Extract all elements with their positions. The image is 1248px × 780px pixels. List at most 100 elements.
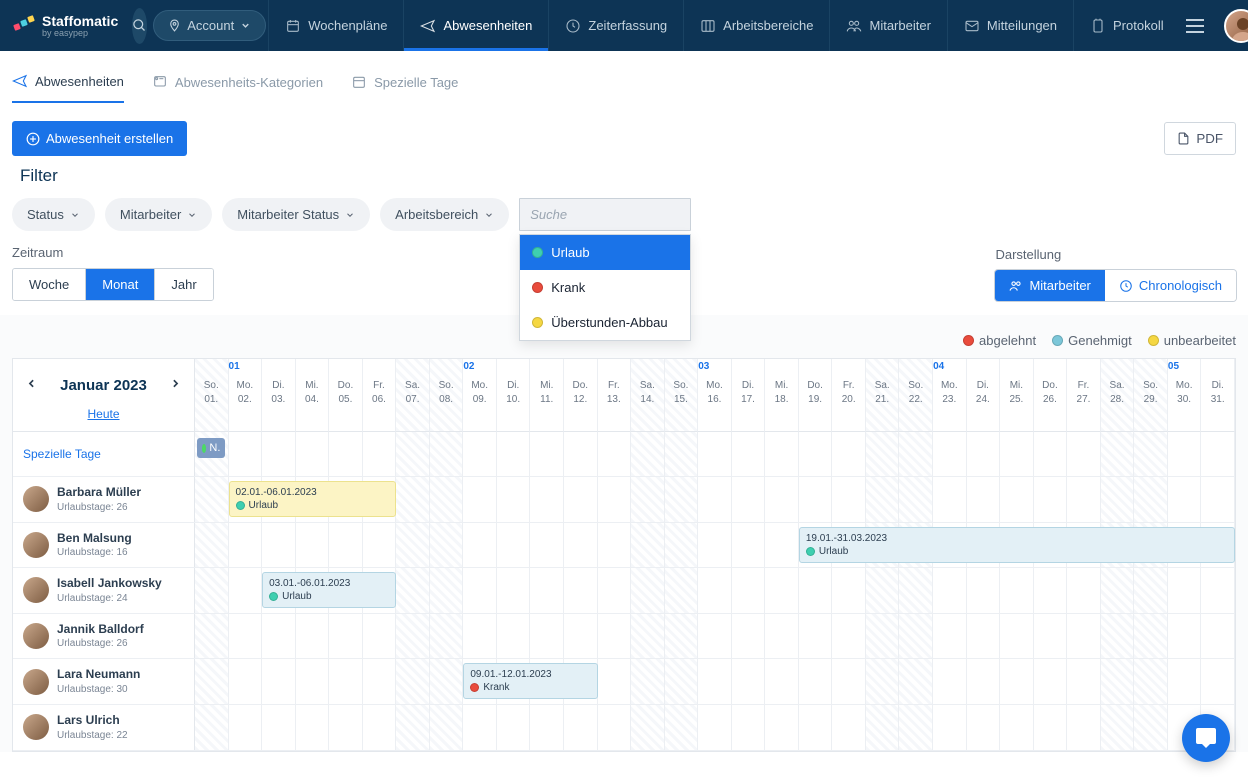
chevron-down-icon [187,210,197,220]
subtab-0[interactable]: Abwesenheiten [12,73,124,103]
menu-button[interactable] [1180,13,1210,39]
grid-cell [1201,659,1235,704]
grid-cell [1201,432,1235,476]
filter-search-input[interactable] [530,207,708,222]
day-header: So.08. [430,359,464,432]
employee-label[interactable]: Barbara MüllerUrlaubstage: 26 [13,477,195,522]
period-seg-woche[interactable]: Woche [13,269,86,300]
employee-label[interactable]: Isabell JankowskyUrlaubstage: 24 [13,568,195,613]
grid-cell [665,568,699,613]
grid-cell [665,477,699,522]
dropdown-item-überstunden-abbau[interactable]: Überstunden-Abbau [520,305,690,340]
day-header: Fr.20. [832,359,866,432]
week-marker: 05 [1168,361,1179,372]
pdf-export-button[interactable]: PDF [1164,122,1236,155]
grid-cell [463,705,497,750]
employee-label[interactable]: Ben MalsungUrlaubstage: 16 [13,523,195,568]
display-seg-chronologisch[interactable]: Chronologisch [1105,270,1236,301]
prev-month-button[interactable] [21,373,42,397]
dropdown-item-urlaub[interactable]: Urlaub [520,235,690,270]
period-seg-monat[interactable]: Monat [86,269,155,300]
grid-cell [530,614,564,659]
display-seg-mitarbeiter[interactable]: Mitarbeiter [995,270,1104,301]
next-month-button[interactable] [165,373,186,397]
nav-item-mitteilungen[interactable]: Mitteilungen [947,0,1073,51]
pdf-label: PDF [1196,131,1223,146]
employee-avatar [23,714,49,740]
filter-pill-status[interactable]: Status [12,198,95,231]
employee-grid: 03.01.-06.01.2023Urlaub [195,568,1235,613]
grid-cell [229,432,263,476]
grid-cell [933,568,967,613]
nav-item-abwesenheiten[interactable]: Abwesenheiten [403,0,548,51]
grid-cell [1168,568,1202,613]
grid-cell [396,614,430,659]
grid-cell [665,523,699,568]
grid-cell [698,477,732,522]
employee-name: Jannik Balldorf [57,622,144,638]
grid-cell [1067,432,1101,476]
special-day-badge[interactable]: N. [197,438,225,458]
color-dot [532,247,543,258]
color-dot [532,282,543,293]
day-header: Do.26. [1034,359,1068,432]
day-header: Fr.13. [598,359,632,432]
day-header: Do.19. [799,359,833,432]
grid-cell [1134,614,1168,659]
filter-pill-mitarbeiter[interactable]: Mitarbeiter [105,198,212,231]
filter-pill-arbeitsbereich[interactable]: Arbeitsbereich [380,198,509,231]
employee-sub: Urlaubstage: 22 [57,729,128,742]
logo[interactable]: Staffomatic by easypep [12,14,128,38]
absence-pill[interactable]: 09.01.-12.01.2023Krank [463,663,597,699]
employee-avatar [23,532,49,558]
grid-cell [1034,568,1068,613]
absence-pill[interactable]: 03.01.-06.01.2023Urlaub [262,572,396,608]
employee-label[interactable]: Lars UlrichUrlaubstage: 22 [13,705,195,750]
employee-name: Lars Ulrich [57,713,128,729]
grid-cell [396,477,430,522]
nav-item-arbeitsbereiche[interactable]: Arbeitsbereiche [683,0,829,51]
filter-search-box[interactable] [519,198,691,231]
employee-label[interactable]: Jannik BalldorfUrlaubstage: 26 [13,614,195,659]
employee-row: Lara NeumannUrlaubstage: 30 09.01.-12.01.… [13,659,1235,705]
grid-cell [1101,477,1135,522]
grid-cell [1034,614,1068,659]
grid-cell [933,659,967,704]
grid-cell [262,659,296,704]
nav-item-zeiterfassung[interactable]: Zeiterfassung [548,0,683,51]
subtab-1[interactable]: Abwesenheits-Kategorien [152,73,323,103]
absence-pill[interactable]: 19.01.-31.03.2023Urlaub [799,527,1235,563]
grid-cell [765,705,799,750]
week-marker: 04 [933,361,944,372]
grid-cell [631,659,665,704]
day-header: Mi.25. [1000,359,1034,432]
global-search-button[interactable] [132,8,147,44]
period-seg-jahr[interactable]: Jahr [155,269,212,300]
filter-pill-mitarbeiter-status[interactable]: Mitarbeiter Status [222,198,370,231]
grid-cell [430,614,464,659]
absence-pill[interactable]: 02.01.-06.01.2023Urlaub [229,481,397,517]
dropdown-item-krank[interactable]: Krank [520,270,690,305]
chat-fab[interactable] [1182,714,1230,762]
absence-dot [806,547,815,556]
employee-label[interactable]: Lara NeumannUrlaubstage: 30 [13,659,195,704]
today-link[interactable]: Heute [87,407,119,421]
grid-cell [1101,568,1135,613]
grid-cell [799,705,833,750]
grid-cell [598,705,632,750]
chevron-down-icon [70,210,80,220]
grid-cell [933,705,967,750]
account-dropdown[interactable]: Account [153,10,266,41]
subtab-label: Spezielle Tage [374,75,458,90]
nav-item-wochenpläne[interactable]: Wochenpläne [268,0,403,51]
nav-icon [964,18,980,34]
nav-item-mitarbeiter[interactable]: Mitarbeiter [829,0,946,51]
create-absence-button[interactable]: Abwesenheit erstellen [12,121,187,156]
nav-item-protokoll[interactable]: Protokoll [1073,0,1180,51]
grid-cell [229,705,263,750]
subtab-2[interactable]: Spezielle Tage [351,73,458,103]
avatar-icon [1226,11,1248,43]
logo-name: Staffomatic [42,14,118,28]
grid-cell [497,477,531,522]
user-avatar[interactable] [1224,9,1248,43]
